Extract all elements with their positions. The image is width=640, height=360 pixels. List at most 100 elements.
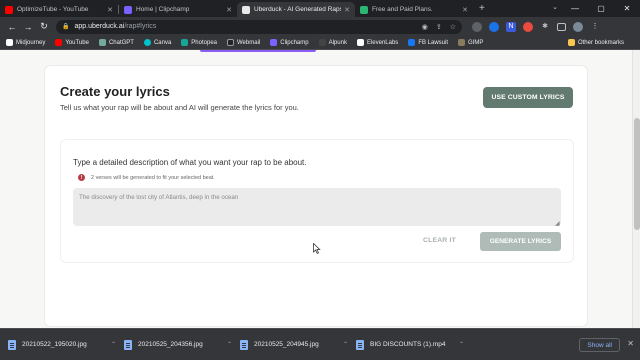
youtube-icon (55, 39, 63, 46)
chevron-up-icon[interactable]: ⌃ (343, 341, 348, 348)
extension-icon[interactable] (489, 21, 499, 32)
page-description: Tell us what your rap will be about and … (60, 103, 299, 112)
close-downloads-icon[interactable]: ✕ (627, 339, 634, 348)
bookmark-chatgpt[interactable]: ChatGPT (98, 39, 134, 46)
bookmark-youtube[interactable]: YouTube (55, 39, 89, 46)
tab-free-and-paid-plans[interactable]: Free and Paid Plans. ✕ (355, 2, 473, 17)
close-tab-icon[interactable]: ✕ (462, 6, 468, 14)
browser-toolbar: ← → ↻ 🔒 app.uberduck.ai /rap#lyrics ◉ ⇪ … (0, 17, 640, 36)
alpunk-icon (318, 39, 326, 46)
download-item[interactable]: 20210525_204356.jpg ⌃ (124, 339, 240, 350)
url-path: /rap#lyrics (124, 23, 157, 30)
bookmark-label: YouTube (65, 39, 89, 46)
webmail-icon (227, 39, 234, 46)
chatgpt-icon (98, 39, 106, 46)
rap-description-input[interactable] (73, 188, 561, 226)
download-item[interactable]: 20210522_195020.jpg ⌃ (8, 339, 124, 350)
tab-clipchamp[interactable]: Home | Clipchamp ✕ (119, 2, 237, 17)
page-content: Create your lyrics Tell us what your rap… (0, 50, 640, 328)
menu-dots-icon[interactable]: ⋮ (590, 22, 600, 32)
use-custom-lyrics-button[interactable]: USE CUSTOM LYRICS (483, 87, 573, 108)
clear-it-button[interactable]: CLEAR IT (423, 237, 456, 244)
close-tab-icon[interactable]: ✕ (107, 6, 113, 14)
clipchamp-favicon-icon (124, 5, 132, 14)
profile-avatar-icon[interactable] (573, 21, 583, 32)
bookmark-canva[interactable]: Canva (143, 39, 172, 46)
chevron-up-icon[interactable]: ⌃ (459, 341, 464, 348)
url-host: app.uberduck.ai (74, 23, 125, 30)
verse-info: ! 2 verses will be generated to fit your… (78, 174, 215, 181)
chevron-up-icon[interactable]: ⌃ (227, 341, 232, 348)
bookmark-star-icon[interactable]: ☆ (450, 23, 456, 31)
reload-icon[interactable]: ↻ (36, 21, 52, 32)
maximize-icon[interactable]: ▢ (588, 0, 614, 17)
close-tab-icon[interactable]: ✕ (226, 6, 232, 14)
download-filename: 20210525_204945.jpg (254, 341, 319, 348)
file-icon (240, 339, 248, 350)
extension-icon[interactable] (523, 21, 533, 32)
other-bookmarks-folder[interactable]: Other bookmarks (567, 39, 624, 46)
extension-icon[interactable] (472, 21, 482, 32)
facebook-icon (408, 39, 416, 46)
generate-lyrics-button[interactable]: GENERATE LYRICS (480, 232, 561, 251)
forward-arrow-icon[interactable]: → (20, 22, 36, 32)
resize-grip-icon[interactable]: ◢ (555, 220, 560, 227)
extension-n-icon[interactable]: N (506, 21, 516, 32)
bookmark-label: FB Lawsuit (418, 39, 448, 46)
tab-title: Uberduck - AI Generated Raps (254, 6, 342, 13)
browser-tab-strip: OptimizeTube - YouTube ✕ Home | Clipcham… (0, 0, 640, 17)
bookmark-elevenlabs[interactable]: ElevenLabs (356, 39, 399, 46)
youtube-favicon-icon (5, 5, 13, 14)
page-scrollbar[interactable] (632, 50, 640, 328)
tab-title: Free and Paid Plans. (372, 6, 433, 13)
bookmark-label: Midjourney (16, 39, 46, 46)
show-all-downloads-button[interactable]: Show all (579, 338, 620, 352)
page-title: Create your lyrics (60, 84, 170, 99)
bookmarks-bar: Midjourney YouTube ChatGPT Canva Photope… (0, 36, 640, 50)
bookmark-photopea[interactable]: Photopea (181, 39, 217, 46)
bookmark-label: ChatGPT (108, 39, 134, 46)
lock-icon: 🔒 (62, 24, 70, 30)
folder-icon (567, 39, 575, 46)
sidebar-icon[interactable] (557, 22, 566, 31)
bookmark-label: Canva (153, 39, 172, 46)
extension-icons: N ✱ ⋮ (472, 21, 600, 32)
uberduck-favicon-icon (242, 5, 250, 14)
new-tab-icon[interactable]: + (473, 2, 491, 17)
bookmark-midjourney[interactable]: Midjourney (6, 39, 45, 46)
close-tab-icon[interactable]: ✕ (344, 6, 350, 14)
bookmark-fb-lawsuit[interactable]: FB Lawsuit (408, 39, 448, 46)
bookmark-label: GIMP (468, 39, 484, 46)
share-icon[interactable]: ⇪ (436, 23, 442, 31)
download-filename: BIG DISCOUNTS (1).mp4 (370, 341, 446, 348)
scrollbar-thumb[interactable] (634, 118, 640, 230)
address-bar[interactable]: 🔒 app.uberduck.ai /rap#lyrics ◉ ⇪ ☆ (56, 19, 462, 34)
bookmark-webmail[interactable]: Webmail (227, 39, 260, 46)
bookmark-label: ElevenLabs (366, 39, 399, 46)
other-bookmarks-label: Other bookmarks (577, 39, 624, 46)
download-item[interactable]: BIG DISCOUNTS (1).mp4 ⌃ (356, 339, 472, 350)
prompt-label: Type a detailed description of what you … (73, 158, 307, 167)
tab-title: Home | Clipchamp (136, 6, 190, 13)
downloads-bar: 20210522_195020.jpg ⌃ 20210525_204356.jp… (0, 328, 640, 360)
lyrics-card: Create your lyrics Tell us what your rap… (44, 65, 588, 327)
download-item[interactable]: 20210525_204945.jpg ⌃ (240, 339, 356, 350)
back-arrow-icon[interactable]: ← (4, 22, 20, 32)
plans-favicon-icon (360, 5, 368, 14)
extensions-puzzle-icon[interactable]: ✱ (540, 22, 550, 32)
tab-uberduck[interactable]: Uberduck - AI Generated Raps ✕ (237, 2, 355, 17)
close-window-icon[interactable]: ✕ (614, 0, 640, 17)
bookmark-label: Clipchamp (280, 39, 309, 46)
bookmark-clipchamp[interactable]: Clipchamp (270, 39, 309, 46)
google-lens-icon[interactable]: ◉ (422, 23, 428, 31)
download-filename: 20210522_195020.jpg (22, 341, 87, 348)
verse-info-text: 2 verses will be generated to fit your s… (91, 174, 215, 181)
chevron-up-icon[interactable]: ⌃ (111, 341, 116, 348)
bookmark-label: Photopea (191, 39, 217, 46)
omnibox-actions: ◉ ⇪ ☆ (422, 23, 456, 31)
tab-search-chevron-icon[interactable]: ⌄ (552, 3, 558, 11)
minimize-icon[interactable]: — (562, 0, 588, 17)
tab-optimizetube[interactable]: OptimizeTube - YouTube ✕ (0, 2, 118, 17)
bookmark-gimp[interactable]: GIMP (458, 39, 483, 46)
bookmark-alpunk[interactable]: Alpunk (318, 39, 347, 46)
